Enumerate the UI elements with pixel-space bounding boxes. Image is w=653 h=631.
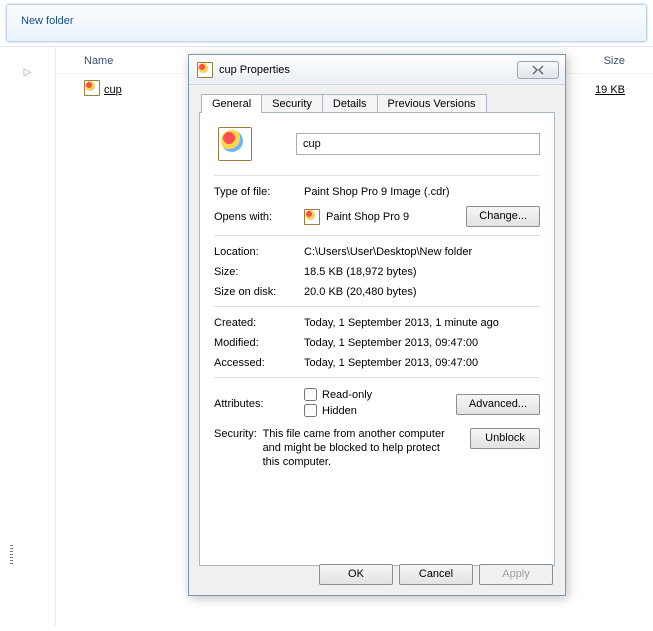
- change-button[interactable]: Change...: [466, 206, 540, 227]
- label-size-on-disk: Size on disk:: [214, 286, 304, 298]
- close-button[interactable]: [517, 61, 559, 79]
- tree-pane: ▷: [0, 47, 56, 626]
- close-icon: [532, 65, 544, 75]
- label-type: Type of file:: [214, 186, 304, 198]
- cancel-button[interactable]: Cancel: [399, 564, 473, 585]
- separator: [214, 175, 540, 176]
- tab-previous-versions[interactable]: Previous Versions: [377, 94, 487, 113]
- dialog-titlebar[interactable]: cup Properties: [189, 55, 565, 85]
- unblock-button[interactable]: Unblock: [470, 428, 540, 449]
- splitter-handle-icon[interactable]: [10, 545, 13, 565]
- hidden-checkbox[interactable]: Hidden: [304, 404, 357, 417]
- tree-chevron-icon[interactable]: ▷: [0, 67, 55, 78]
- separator: [214, 377, 540, 378]
- label-accessed: Accessed:: [214, 357, 304, 369]
- tab-security[interactable]: Security: [261, 94, 323, 113]
- value-accessed: Today, 1 September 2013, 09:47:00: [304, 357, 540, 369]
- label-security: Security:: [214, 428, 263, 440]
- dialog-title: cup Properties: [219, 64, 517, 76]
- readonly-checkbox[interactable]: Read-only: [304, 388, 372, 401]
- value-size-on-disk: 20.0 KB (20,480 bytes): [304, 286, 540, 298]
- label-size: Size:: [214, 266, 304, 278]
- value-type: Paint Shop Pro 9 Image (.cdr): [304, 186, 540, 198]
- separator: [214, 235, 540, 236]
- explorer-toolbar: New folder: [6, 4, 647, 42]
- tab-body-general: Type of file:Paint Shop Pro 9 Image (.cd…: [199, 112, 555, 566]
- label-location: Location:: [214, 246, 304, 258]
- label-modified: Modified:: [214, 337, 304, 349]
- ok-button[interactable]: OK: [319, 564, 393, 585]
- label-opens-with: Opens with:: [214, 211, 304, 223]
- separator: [214, 306, 540, 307]
- value-location: C:\Users\User\Desktop\New folder: [304, 246, 540, 258]
- label-created: Created:: [214, 317, 304, 329]
- tab-strip: General Security Details Previous Versio…: [189, 85, 565, 112]
- paintshop-file-icon: [84, 80, 100, 96]
- new-folder-button[interactable]: New folder: [21, 15, 74, 27]
- properties-dialog: cup Properties General Security Details …: [188, 54, 566, 596]
- apply-button[interactable]: Apply: [479, 564, 553, 585]
- value-modified: Today, 1 September 2013, 09:47:00: [304, 337, 540, 349]
- advanced-button[interactable]: Advanced...: [456, 394, 540, 415]
- value-opens-with: Paint Shop Pro 9: [326, 211, 466, 223]
- dialog-file-icon: [197, 62, 213, 78]
- label-attributes: Attributes:: [214, 398, 304, 410]
- filename-input[interactable]: [296, 133, 540, 155]
- tab-general[interactable]: General: [201, 94, 262, 113]
- tab-details[interactable]: Details: [322, 94, 378, 113]
- security-text: This file came from another computer and…: [263, 428, 460, 469]
- opens-with-icon: [304, 209, 320, 225]
- value-size: 18.5 KB (18,972 bytes): [304, 266, 540, 278]
- value-created: Today, 1 September 2013, 1 minute ago: [304, 317, 540, 329]
- dialog-footer: OK Cancel Apply: [189, 553, 565, 595]
- file-type-icon: [218, 127, 252, 161]
